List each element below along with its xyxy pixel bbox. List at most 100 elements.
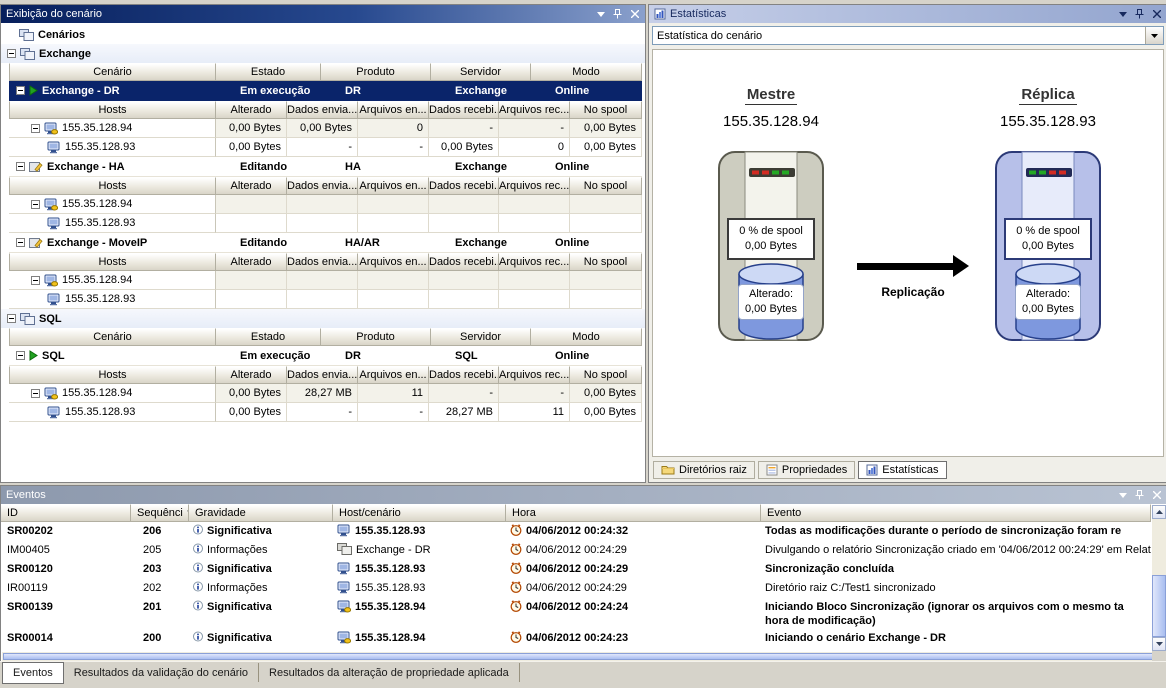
tree-root-cen-rios[interactable]: Cenários <box>1 25 645 44</box>
column-header-produto[interactable]: Produto <box>321 63 431 81</box>
column-header-produto[interactable]: Produto <box>321 328 431 346</box>
column-header-alterado[interactable]: Alterado <box>216 366 287 384</box>
column-header-dados-recebi[interactable]: Dados recebi... <box>429 253 499 271</box>
events-column-header-sequ-nci[interactable]: Sequênci <box>131 504 189 522</box>
column-header-cen-rio[interactable]: Cenário <box>9 63 216 81</box>
event-row-im00405[interactable]: IM00405205InformaçõesExchange - DR04/06/… <box>1 541 1151 560</box>
column-header-dados-envia[interactable]: Dados envia... <box>287 177 358 195</box>
scenario-row-exchange-moveip[interactable]: Exchange - MoveIPEditandoHA/ARExchangeOn… <box>9 233 642 253</box>
close-icon[interactable] <box>627 7 642 21</box>
host-row-155-35-128-94[interactable]: 155.35.128.940,00 Bytes28,27 MB11--0,00 … <box>9 384 642 403</box>
column-header-alterado[interactable]: Alterado <box>216 177 287 195</box>
tree-group-sql[interactable]: SQL <box>1 309 645 328</box>
tree-expander[interactable] <box>16 86 25 95</box>
column-header-modo[interactable]: Modo <box>531 328 642 346</box>
column-header-arquivos-en[interactable]: Arquivos en... <box>358 101 429 119</box>
column-header-dados-recebi[interactable]: Dados recebi... <box>429 366 499 384</box>
column-header-dados-recebi[interactable]: Dados recebi... <box>429 177 499 195</box>
bottom-tab-eventos[interactable]: Eventos <box>2 662 64 684</box>
pin-icon[interactable] <box>1132 7 1147 21</box>
tree-expander[interactable] <box>31 124 40 133</box>
column-header-no-spool[interactable]: No spool <box>570 253 642 271</box>
combo-dropdown-button[interactable] <box>1145 27 1163 44</box>
bottom-tab-resultados-da-valida-o-do-cen-rio[interactable]: Resultados da validação do cenário <box>64 663 259 682</box>
tree-expander[interactable] <box>31 276 40 285</box>
event-row-sr00202[interactable]: SR00202206Significativa155.35.128.9304/0… <box>1 522 1151 541</box>
column-header-servidor[interactable]: Servidor <box>431 328 531 346</box>
hscrollbar-thumb[interactable] <box>3 653 1165 660</box>
scenario-row-exchange-ha[interactable]: Exchange - HAEditandoHAExchangeOnline <box>9 157 642 177</box>
column-header-hosts[interactable]: Hosts <box>9 253 216 271</box>
scroll-down-button[interactable] <box>1152 637 1166 651</box>
scenario-row-sql[interactable]: SQLEm execuçãoDRSQLOnline <box>9 346 642 366</box>
event-row-sr00139[interactable]: SR00139201Significativa155.35.128.9404/0… <box>1 598 1151 629</box>
column-header-alterado[interactable]: Alterado <box>216 101 287 119</box>
host-row-155-35-128-93[interactable]: 155.35.128.930,00 Bytes--0,00 Bytes00,00… <box>9 138 642 157</box>
host-row-155-35-128-93[interactable]: 155.35.128.930,00 Bytes--28,27 MB110,00 … <box>9 403 642 422</box>
scenario-row-exchange-dr[interactable]: Exchange - DREm execuçãoDRExchangeOnline <box>9 81 642 101</box>
close-icon[interactable] <box>1149 488 1164 502</box>
column-header-arquivos-rec[interactable]: Arquivos rec... <box>499 177 570 195</box>
column-header-no-spool[interactable]: No spool <box>570 366 642 384</box>
host-row-155-35-128-93[interactable]: 155.35.128.93 <box>9 290 642 309</box>
column-header-dados-recebi[interactable]: Dados recebi... <box>429 101 499 119</box>
column-header-no-spool[interactable]: No spool <box>570 177 642 195</box>
column-header-arquivos-en[interactable]: Arquivos en... <box>358 366 429 384</box>
column-header-arquivos-rec[interactable]: Arquivos rec... <box>499 101 570 119</box>
events-column-header-evento[interactable]: Evento <box>761 504 1151 522</box>
chevron-down-icon[interactable] <box>593 7 608 21</box>
stats-tab-propriedades[interactable]: Propriedades <box>758 461 855 479</box>
column-header-arquivos-en[interactable]: Arquivos en... <box>358 253 429 271</box>
chevron-down-icon[interactable] <box>1115 7 1130 21</box>
column-header-dados-envia[interactable]: Dados envia... <box>287 253 358 271</box>
tree-expander[interactable] <box>7 314 16 323</box>
column-header-dados-envia[interactable]: Dados envia... <box>287 366 358 384</box>
tree-expander[interactable] <box>16 162 25 171</box>
tree-group-exchange[interactable]: Exchange <box>1 44 645 63</box>
column-header-no-spool[interactable]: No spool <box>570 101 642 119</box>
stats-tab-diret-rios-raiz[interactable]: Diretórios raiz <box>653 461 755 479</box>
event-row-sr00014[interactable]: SR00014200Significativa155.35.128.9404/0… <box>1 629 1151 648</box>
tree-expander[interactable] <box>16 351 25 360</box>
column-header-modo[interactable]: Modo <box>531 63 642 81</box>
bottom-tab-resultados-da-altera-o-de-propriedade-aplicada[interactable]: Resultados da alteração de propriedade a… <box>259 663 520 682</box>
pin-icon[interactable] <box>1132 488 1147 502</box>
chevron-down-icon[interactable] <box>1115 488 1130 502</box>
tree-expander[interactable] <box>7 49 16 58</box>
column-header-arquivos-rec[interactable]: Arquivos rec... <box>499 253 570 271</box>
host-row-155-35-128-94[interactable]: 155.35.128.94 <box>9 271 642 290</box>
stats-tab-estat-sticas[interactable]: Estatísticas <box>858 461 946 479</box>
monitor-master-icon <box>44 274 58 287</box>
tree-expander[interactable] <box>31 200 40 209</box>
column-header-servidor[interactable]: Servidor <box>431 63 531 81</box>
column-header-hosts[interactable]: Hosts <box>9 177 216 195</box>
events-column-header-host-cen-rio[interactable]: Host/cenário <box>333 504 506 522</box>
events-column-header-hora[interactable]: Hora <box>506 504 761 522</box>
column-header-arquivos-en[interactable]: Arquivos en... <box>358 177 429 195</box>
host-row-155-35-128-94[interactable]: 155.35.128.94 <box>9 195 642 214</box>
events-vertical-scrollbar[interactable] <box>1152 505 1166 651</box>
column-header-cen-rio[interactable]: Cenário <box>9 328 216 346</box>
column-header-estado[interactable]: Estado <box>216 328 321 346</box>
host-row-155-35-128-94[interactable]: 155.35.128.940,00 Bytes0,00 Bytes0--0,00… <box>9 119 642 138</box>
host-row-155-35-128-93[interactable]: 155.35.128.93 <box>9 214 642 233</box>
column-header-estado[interactable]: Estado <box>216 63 321 81</box>
tree-expander[interactable] <box>16 238 25 247</box>
tree-expander[interactable] <box>31 389 40 398</box>
scrollbar-track[interactable] <box>1152 519 1166 637</box>
column-header-hosts[interactable]: Hosts <box>9 101 216 119</box>
column-header-dados-envia[interactable]: Dados envia... <box>287 101 358 119</box>
events-column-header-id[interactable]: ID <box>1 504 131 522</box>
scroll-up-button[interactable] <box>1152 505 1166 519</box>
events-column-header-gravidade[interactable]: Gravidade <box>189 504 333 522</box>
column-header-hosts[interactable]: Hosts <box>9 366 216 384</box>
event-row-ir00119[interactable]: IR00119202Informações155.35.128.9304/06/… <box>1 579 1151 598</box>
column-header-arquivos-rec[interactable]: Arquivos rec... <box>499 366 570 384</box>
scrollbar-thumb[interactable] <box>1152 575 1166 637</box>
pin-icon[interactable] <box>610 7 625 21</box>
statistics-type-combobox[interactable]: Estatística do cenário <box>652 26 1164 45</box>
close-icon[interactable] <box>1149 7 1164 21</box>
events-horizontal-scrollbar[interactable] <box>2 652 1166 661</box>
column-header-alterado[interactable]: Alterado <box>216 253 287 271</box>
event-row-sr00120[interactable]: SR00120203Significativa155.35.128.9304/0… <box>1 560 1151 579</box>
